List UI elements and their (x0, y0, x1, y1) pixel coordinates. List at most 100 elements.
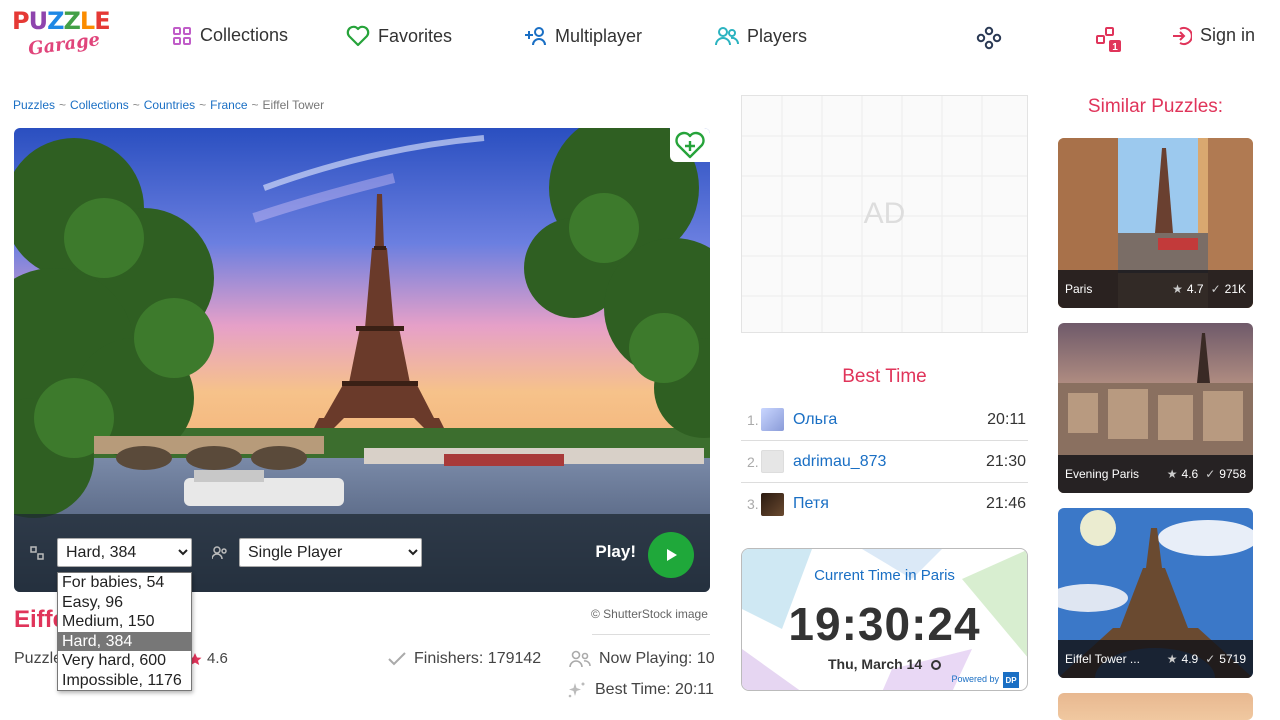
nav-multiplayer-label: Multiplayer (555, 25, 643, 46)
moon-icon (931, 660, 942, 671)
heart-icon (346, 25, 370, 47)
leaderboard-row[interactable]: 1. Ольга 20:11 (741, 399, 1028, 441)
puzzle-notifications-button[interactable]: 1 (1095, 26, 1123, 59)
dots-icon (976, 26, 1002, 50)
grid-icon (173, 26, 191, 45)
similar-card-count: 9758 (1219, 467, 1246, 481)
play-button[interactable] (648, 532, 694, 578)
breadcrumb-current: Eiffel Tower (262, 98, 325, 112)
game-mode-select[interactable]: Single Player (239, 538, 422, 567)
difficulty-option[interactable]: Easy, 96 (58, 593, 191, 613)
difficulty-select[interactable]: Hard, 384 (57, 538, 192, 567)
player-name[interactable]: Ольга (793, 411, 987, 429)
check-icon: ✓ (1205, 467, 1216, 481)
puzzle-label: Puzzle (14, 650, 63, 667)
puzzle-pieces-icon: 1 (1096, 27, 1121, 53)
avatar (761, 408, 784, 431)
similar-puzzle-card[interactable]: Evening Paris ★ 4.6 ✓ 9758 (1058, 323, 1253, 493)
similar-card-title: Paris (1065, 282, 1093, 296)
rank: 2. (747, 453, 759, 470)
breadcrumb-countries[interactable]: Countries (144, 98, 195, 112)
play-label[interactable]: Play! (595, 542, 636, 562)
similar-card-count: 21K (1224, 282, 1246, 296)
avatar (761, 492, 784, 516)
dp-logo[interactable]: DP (1003, 672, 1019, 688)
player-time: 21:30 (985, 452, 1026, 470)
game-icon-button[interactable] (976, 26, 1002, 55)
similar-card-rating: 4.7 (1186, 282, 1204, 296)
difficulty-option[interactable]: Very hard, 600 (58, 651, 191, 671)
player-time: 21:46 (985, 495, 1026, 512)
clock-title: Current Time in Paris (814, 567, 955, 584)
similar-puzzle-card[interactable]: Eiffel Tower ... ★ 4.9 ✓ 5719 (1058, 508, 1253, 678)
nav-players-label: Players (747, 25, 808, 46)
best-time-stat: Best Time: 20:11 (567, 681, 714, 699)
puzzle-preview-image[interactable]: Hard, 384 Single Player Play! (14, 128, 710, 592)
check-icon: ✓ (1205, 652, 1216, 666)
best-time-title: Best Time (842, 366, 927, 387)
breadcrumb-france[interactable]: France (210, 98, 247, 112)
leaderboard-row[interactable]: 3. Петя 21:46 (741, 483, 1028, 525)
finishers-stat: Finishers: 179142 (388, 650, 541, 668)
breadcrumb-collections[interactable]: Collections (70, 98, 129, 112)
similar-card-title: Evening Paris (1065, 467, 1140, 481)
add-favorite-button[interactable] (670, 128, 710, 162)
nav-favorites[interactable]: Favorites (346, 25, 452, 47)
star-icon: ★ (1172, 282, 1183, 296)
difficulty-option[interactable]: Impossible, 1176 (58, 671, 191, 691)
ad-placeholder[interactable]: AD (741, 95, 1028, 333)
paris-time-widget[interactable]: Current Time in Paris 19:30:24 Thu, Marc… (741, 548, 1028, 691)
check-icon: ✓ (1210, 282, 1221, 296)
nav-collections-label: Collections (200, 25, 289, 45)
similar-puzzle-card[interactable]: Paris ★ 4.7 ✓ 21K (1058, 138, 1253, 308)
nav-collections[interactable]: Collections (172, 25, 288, 46)
breadcrumb-puzzles[interactable]: Puzzles (13, 98, 55, 112)
clock-date-text: Thu, March 14 (827, 656, 923, 672)
sign-in-link[interactable]: Sign in (1172, 25, 1255, 46)
site-header: PUZZLE Garage Collections Favorites Mult… (0, 0, 1280, 80)
difficulty-option-selected[interactable]: Hard, 384 (58, 631, 191, 651)
nav-players[interactable]: Players (715, 25, 807, 47)
similar-card-title: Eiffel Tower ... (1065, 652, 1140, 666)
now-playing-text: Now Playing: 10 (599, 650, 715, 667)
players-mode-icon (212, 546, 227, 560)
player-name[interactable]: adrimau_873 (793, 453, 986, 471)
difficulty-option[interactable]: Medium, 150 (58, 612, 191, 632)
similar-card-meta: ★ 4.7 ✓ 21K (1172, 282, 1246, 296)
similar-card-info: Eiffel Tower ... ★ 4.9 ✓ 5719 (1058, 640, 1253, 678)
similar-card-info: Evening Paris ★ 4.6 ✓ 9758 (1058, 455, 1253, 493)
ad-label: AD (863, 197, 906, 230)
puzzle-rating-value: 4.6 (207, 650, 228, 667)
similar-card-count: 5719 (1219, 652, 1246, 666)
users-icon (715, 27, 739, 46)
heart-plus-icon (675, 131, 705, 159)
logo-bottom-text: Garage (26, 29, 102, 60)
check-icon (388, 652, 406, 666)
rank: 3. (747, 496, 759, 512)
similar-puzzle-card[interactable] (1058, 693, 1253, 720)
finishers-text: Finishers: 179142 (414, 650, 542, 667)
now-playing-stat: Now Playing: 10 (569, 650, 715, 668)
similar-puzzles-title: Similar Puzzles: (1087, 96, 1224, 117)
rank: 1. (747, 411, 759, 428)
image-credit: © ShutterStock image (591, 607, 708, 621)
users-icon (569, 650, 591, 668)
best-time-text: Best Time: 20:11 (595, 681, 714, 698)
difficulty-dropdown-list: For babies, 54 Easy, 96 Medium, 150 Hard… (57, 572, 192, 691)
clock-time: 19:30:24 (788, 598, 981, 650)
add-user-icon (525, 27, 546, 46)
avatar (761, 450, 784, 473)
nav-multiplayer[interactable]: Multiplayer (523, 25, 642, 47)
leaderboard-row[interactable]: 2. adrimau_873 21:30 (741, 441, 1028, 483)
similar-card-rating: 4.9 (1181, 652, 1199, 666)
difficulty-option[interactable]: For babies, 54 (58, 573, 191, 593)
player-name[interactable]: Петя (793, 495, 986, 513)
svg-text:1: 1 (1112, 42, 1118, 53)
player-time: 20:11 (987, 410, 1026, 428)
logo[interactable]: PUZZLE Garage (12, 8, 112, 68)
star-icon: ★ (1166, 467, 1178, 481)
play-icon (667, 549, 677, 561)
powered-by[interactable]: Powered by (951, 674, 999, 684)
sign-in-label: Sign in (1200, 25, 1256, 45)
sign-in-icon (1173, 26, 1192, 45)
